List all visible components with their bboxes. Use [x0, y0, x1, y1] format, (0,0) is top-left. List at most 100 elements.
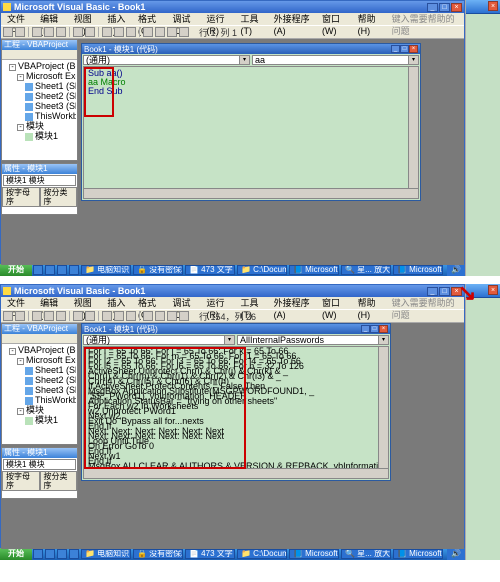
- quick-launch[interactable]: [33, 265, 43, 275]
- code-close[interactable]: ×: [409, 45, 418, 53]
- code-window-titlebar[interactable]: Book1 - 模块1 (代码) _ □ ×: [82, 44, 420, 54]
- taskbar[interactable]: 开始 📁 电脑知识 🔒 没有密保和邮箱 📄 473 文字 📁 C:\Docume…: [0, 548, 465, 560]
- toolbar-button[interactable]: [155, 311, 165, 321]
- task-button[interactable]: 🔒 没有密保和邮箱: [133, 549, 183, 559]
- tree-workbook[interactable]: ThisWorkbook: [3, 395, 76, 405]
- toolbar-button[interactable]: [15, 311, 25, 321]
- menu-debug[interactable]: 调试(D): [168, 297, 201, 309]
- task-button[interactable]: 📄 473 文字: [185, 549, 235, 559]
- toolbar-button[interactable]: [56, 311, 66, 321]
- menu-addins[interactable]: 外接程序(A): [270, 13, 317, 25]
- toolbar-button[interactable]: [167, 311, 177, 321]
- toolbar-button[interactable]: [143, 311, 153, 321]
- toolbar-button[interactable]: [32, 311, 42, 321]
- close-button[interactable]: ×: [451, 3, 462, 12]
- menu-window[interactable]: 窗口(W): [318, 297, 353, 309]
- code-window[interactable]: Book1 - 模块1 (代码) _ □ × (通用)▾ AllInternal…: [81, 323, 391, 481]
- menu-view[interactable]: 视图(V): [70, 297, 103, 309]
- menu-debug[interactable]: 调试(D): [168, 13, 201, 25]
- toolbar-button[interactable]: [73, 27, 83, 37]
- menu-view[interactable]: 视图(V): [70, 13, 103, 25]
- toolbar-button[interactable]: [102, 311, 112, 321]
- scrollbar-h[interactable]: [84, 468, 388, 478]
- tree-sheet[interactable]: Sheet1 (Sheet1): [3, 81, 76, 91]
- toolbar-button[interactable]: [85, 27, 95, 37]
- scrollbar-v[interactable]: [408, 67, 418, 198]
- tree-module[interactable]: 模块1: [3, 131, 76, 141]
- quick-launch[interactable]: [69, 265, 79, 275]
- toolbar-button[interactable]: [102, 27, 112, 37]
- task-button[interactable]: 🔍 星... 放大镜: [341, 265, 391, 275]
- task-button[interactable]: 📁 C:\Documents: [237, 549, 287, 559]
- start-button[interactable]: 开始: [0, 548, 32, 560]
- side-close[interactable]: ×: [488, 285, 498, 295]
- app-titlebar[interactable]: Microsoft Visual Basic - Book1 _ □ ×: [1, 285, 464, 297]
- tree-module[interactable]: 模块1: [3, 415, 76, 425]
- toolbar-button[interactable]: [32, 27, 42, 37]
- app-titlebar[interactable]: Microsoft Visual Basic - Book1 _ □ ×: [1, 1, 464, 13]
- object-combo[interactable]: (通用)▾: [83, 55, 250, 65]
- tree-project[interactable]: -VBAProject (Book1): [3, 345, 76, 355]
- toolbar-button[interactable]: [155, 27, 165, 37]
- toolbar-button[interactable]: [126, 27, 136, 37]
- menu-tools[interactable]: 工具(T): [236, 13, 268, 25]
- help-hint[interactable]: 键入需要帮助的问题: [388, 13, 462, 25]
- toolbar-button[interactable]: [114, 27, 124, 37]
- menu-file[interactable]: 文件(F): [3, 297, 35, 309]
- scrollbar-v[interactable]: [378, 347, 388, 478]
- properties-panel[interactable]: 属性 - 模块1 模块1 模块 按字母序 按分类序: [1, 163, 78, 215]
- toolbar-button[interactable]: [167, 27, 177, 37]
- code-min[interactable]: _: [391, 45, 400, 53]
- toolbar-button[interactable]: [143, 27, 153, 37]
- tree-group[interactable]: -Microsoft Excel 对象: [3, 355, 76, 365]
- object-combo[interactable]: (通用)▾: [83, 335, 235, 345]
- tree-sheet[interactable]: Sheet2 (Sheet2): [3, 375, 76, 385]
- toolbar-button[interactable]: [73, 311, 83, 321]
- task-button[interactable]: 📘 Microsoft V...: [393, 265, 443, 275]
- task-button[interactable]: 📄 473 文字: [185, 265, 235, 275]
- code-window-titlebar[interactable]: Book1 - 模块1 (代码) _ □ ×: [82, 324, 390, 334]
- properties-tab-cat[interactable]: 按分类序: [40, 187, 78, 207]
- menu-file[interactable]: 文件(F): [3, 13, 35, 25]
- toolbar-button[interactable]: [44, 311, 54, 321]
- quick-launch[interactable]: [45, 265, 55, 275]
- quick-launch[interactable]: [57, 265, 67, 275]
- quick-launch[interactable]: [45, 549, 55, 559]
- task-button[interactable]: 📁 C:\Documents: [237, 265, 287, 275]
- code-max[interactable]: □: [400, 45, 409, 53]
- system-tray[interactable]: 🔊: [447, 548, 465, 560]
- toolbar-button[interactable]: [44, 27, 54, 37]
- task-button[interactable]: 📘 Microsoft E...: [289, 265, 339, 275]
- procedure-combo[interactable]: AllInternalPasswords▾: [237, 335, 389, 345]
- task-button[interactable]: 📁 电脑知识: [81, 265, 131, 275]
- task-button[interactable]: 📘 Microsoft E...: [289, 549, 339, 559]
- properties-tab-alpha[interactable]: 按字母序: [2, 187, 40, 207]
- toolbar-button[interactable]: [179, 27, 189, 37]
- toolbar-button[interactable]: [15, 27, 25, 37]
- toolbar-button[interactable]: [3, 311, 13, 321]
- toolbar-button[interactable]: [85, 311, 95, 321]
- menu-insert[interactable]: 插入(I): [103, 13, 133, 25]
- quick-launch[interactable]: [69, 549, 79, 559]
- menu-run[interactable]: 运行(R): [202, 297, 235, 309]
- system-tray[interactable]: 🔊: [447, 264, 465, 276]
- menu-edit[interactable]: 编辑(E): [36, 13, 69, 25]
- menu-help[interactable]: 帮助(H): [354, 297, 387, 309]
- menu-tools[interactable]: 工具(T): [236, 297, 268, 309]
- properties-object-combo[interactable]: 模块1 模块: [3, 175, 76, 186]
- menu-format[interactable]: 格式(O): [134, 297, 167, 309]
- properties-tab-cat[interactable]: 按分类序: [40, 471, 78, 491]
- maximize-button[interactable]: □: [439, 3, 450, 12]
- task-button[interactable]: 📘 Microsoft V...: [393, 549, 443, 559]
- menu-help[interactable]: 帮助(H): [354, 13, 387, 25]
- code-editor[interactable]: Sub aa() aa Macro End Sub: [83, 66, 419, 199]
- tree-workbook[interactable]: ThisWorkbook: [3, 111, 76, 121]
- code-max[interactable]: □: [370, 325, 379, 333]
- menu-edit[interactable]: 编辑(E): [36, 297, 69, 309]
- help-hint[interactable]: 键入需要帮助的问题: [388, 297, 462, 309]
- code-window[interactable]: Book1 - 模块1 (代码) _ □ × (通用)▾ aa▾ Sub aa(…: [81, 43, 421, 201]
- maximize-button[interactable]: □: [439, 287, 450, 296]
- quick-launch[interactable]: [33, 549, 43, 559]
- toolbar-button[interactable]: [126, 311, 136, 321]
- menu-format[interactable]: 格式(O): [134, 13, 167, 25]
